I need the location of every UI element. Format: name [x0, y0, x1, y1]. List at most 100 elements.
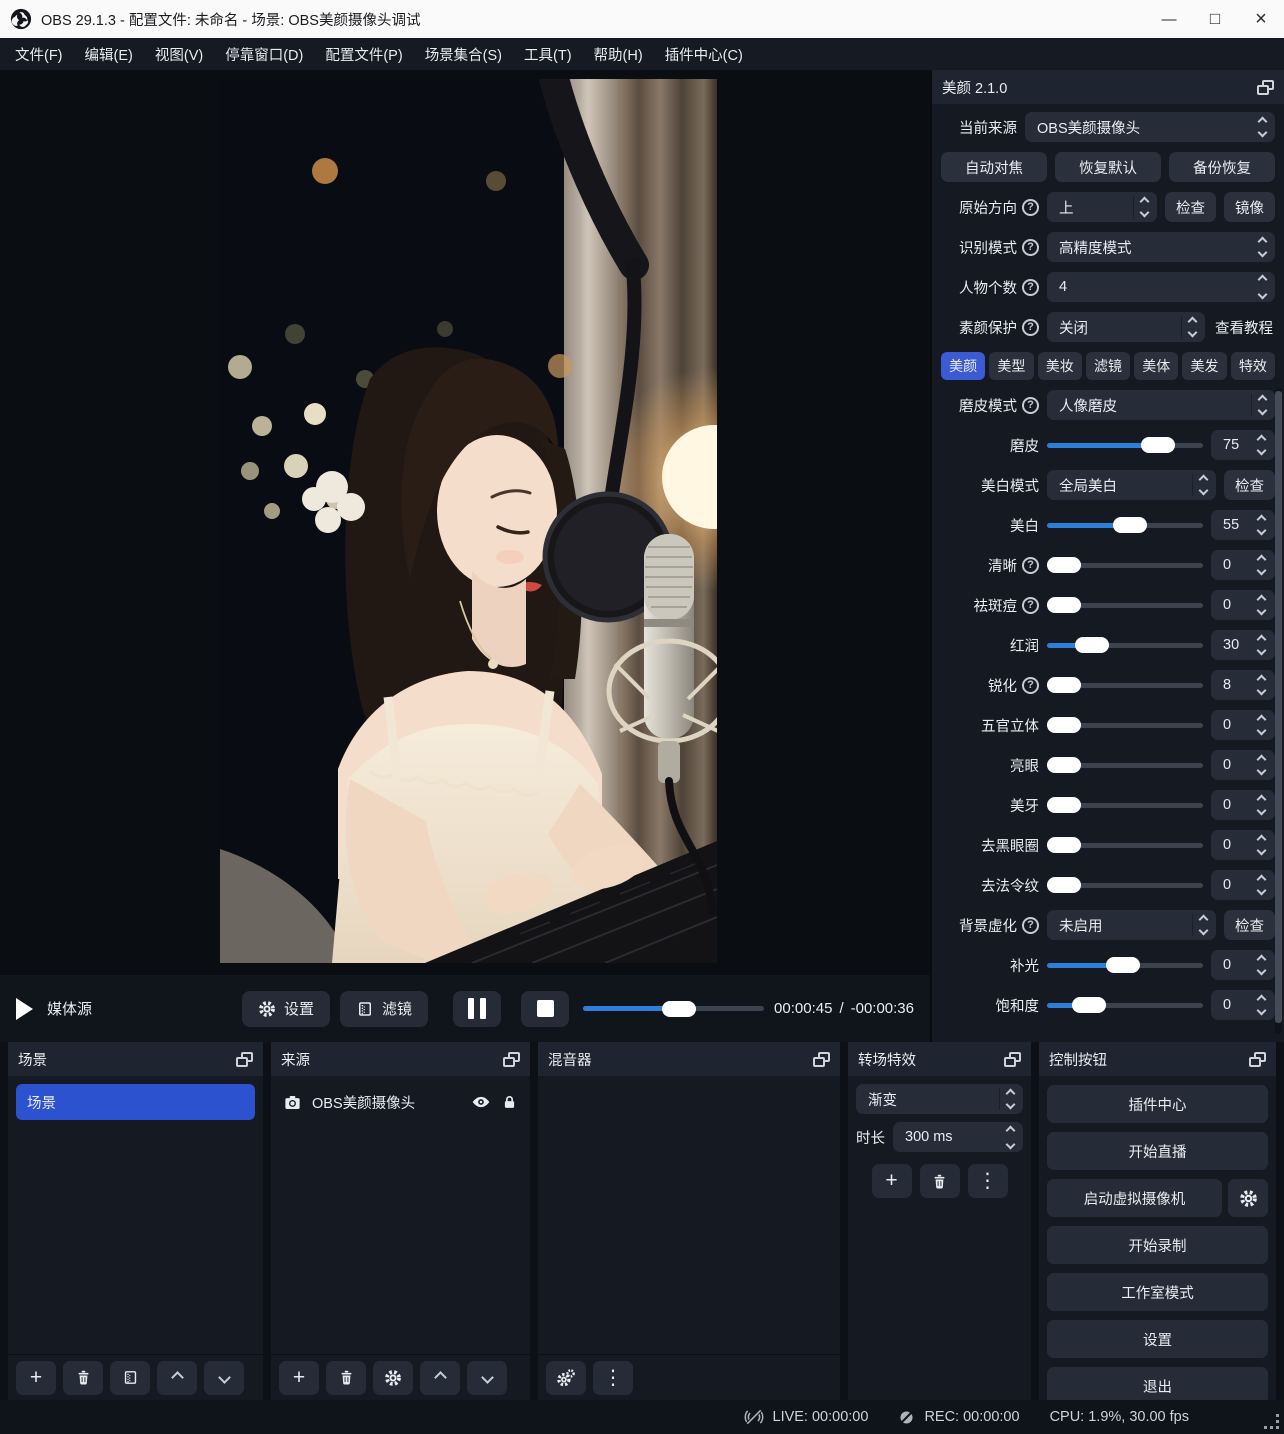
- virtual-camera-settings-button[interactable]: [1228, 1179, 1268, 1217]
- plugin-center-button[interactable]: 插件中心: [1047, 1085, 1268, 1123]
- slider-rosy[interactable]: [1047, 630, 1203, 660]
- tab-makeup[interactable]: 美妆: [1038, 352, 1082, 380]
- resize-grip[interactable]: [1265, 1415, 1279, 1429]
- add-scene-button[interactable]: +: [16, 1361, 56, 1395]
- help-icon[interactable]: [1022, 319, 1039, 336]
- whiten-mode-select[interactable]: 全局美白: [1047, 470, 1216, 500]
- help-icon[interactable]: [1022, 397, 1039, 414]
- scene-filters-button[interactable]: [110, 1361, 150, 1395]
- add-transition-button[interactable]: +: [872, 1164, 912, 1198]
- move-scene-up-button[interactable]: [157, 1361, 197, 1395]
- help-icon[interactable]: [1022, 597, 1039, 614]
- slider-fill-light-value[interactable]: 0: [1211, 950, 1275, 980]
- mirror-button[interactable]: 镜像: [1224, 192, 1275, 222]
- menu-item-scene-collection[interactable]: 场景集合(S): [414, 38, 513, 70]
- scrollbar-thumb[interactable]: [1275, 391, 1282, 1023]
- start-recording-button[interactable]: 开始录制: [1047, 1226, 1268, 1264]
- menu-item-help[interactable]: 帮助(H): [583, 38, 654, 70]
- duration-spinner[interactable]: 300 ms: [893, 1122, 1023, 1152]
- tab-reshape[interactable]: 美型: [989, 352, 1033, 380]
- person-count-spinner[interactable]: 4: [1047, 272, 1275, 302]
- transition-select[interactable]: 渐变: [856, 1084, 1023, 1114]
- popout-dock-icon[interactable]: [236, 1052, 253, 1067]
- slider-nasolabial[interactable]: [1047, 870, 1203, 900]
- menu-item-plugin-center[interactable]: 插件中心(C): [654, 38, 754, 70]
- slider-acne[interactable]: [1047, 590, 1203, 620]
- media-filters-button[interactable]: 滤镜: [340, 991, 428, 1027]
- slider-whiten[interactable]: [1047, 510, 1203, 540]
- menu-item-view[interactable]: 视图(V): [144, 38, 214, 70]
- media-progress-slider[interactable]: [583, 994, 764, 1024]
- start-streaming-button[interactable]: 开始直播: [1047, 1132, 1268, 1170]
- bg-blur-check-button[interactable]: 检查: [1224, 910, 1275, 940]
- menu-item-docks[interactable]: 停靠窗口(D): [214, 38, 314, 70]
- source-properties-button[interactable]: [373, 1361, 413, 1395]
- minimize-button[interactable]: —: [1146, 0, 1192, 38]
- beauty-scrollbar[interactable]: [1275, 388, 1282, 1034]
- smooth-mode-select[interactable]: 人像磨皮: [1047, 390, 1275, 420]
- advanced-audio-button[interactable]: [546, 1361, 586, 1395]
- settings-button[interactable]: 设置: [1047, 1320, 1268, 1358]
- slider-face3d[interactable]: [1047, 710, 1203, 740]
- slider-teeth-value[interactable]: 0: [1211, 790, 1275, 820]
- help-icon[interactable]: [1022, 239, 1039, 256]
- menu-item-profile[interactable]: 配置文件(P): [314, 38, 413, 70]
- whiten-check-button[interactable]: 检查: [1224, 470, 1275, 500]
- current-source-select[interactable]: OBS美颜摄像头: [1025, 112, 1275, 142]
- slider-fill-light[interactable]: [1047, 950, 1203, 980]
- media-stop-button[interactable]: [521, 991, 569, 1027]
- slider-bright-eye[interactable]: [1047, 750, 1203, 780]
- slider-saturation[interactable]: [1047, 990, 1203, 1020]
- backup-restore-button[interactable]: 备份恢复: [1169, 152, 1275, 182]
- slider-clarity-value[interactable]: 0: [1211, 550, 1275, 580]
- scene-list-item[interactable]: 场景: [16, 1084, 255, 1120]
- move-scene-down-button[interactable]: [204, 1361, 244, 1395]
- slider-face3d-value[interactable]: 0: [1211, 710, 1275, 740]
- menu-item-tools[interactable]: 工具(T): [513, 38, 583, 70]
- move-source-up-button[interactable]: [420, 1361, 460, 1395]
- help-icon[interactable]: [1022, 199, 1039, 216]
- tab-filter[interactable]: 滤镜: [1086, 352, 1130, 380]
- lock-icon[interactable]: [501, 1093, 518, 1112]
- menu-item-file[interactable]: 文件(F): [4, 38, 74, 70]
- help-icon[interactable]: [1022, 557, 1039, 574]
- move-source-down-button[interactable]: [467, 1361, 507, 1395]
- slider-smooth[interactable]: [1047, 430, 1203, 460]
- slider-acne-value[interactable]: 0: [1211, 590, 1275, 620]
- orientation-select[interactable]: 上: [1047, 192, 1157, 222]
- transition-menu-button[interactable]: ⋮: [968, 1164, 1008, 1198]
- eye-visibility-icon[interactable]: [471, 1092, 491, 1112]
- slider-clarity[interactable]: [1047, 550, 1203, 580]
- help-icon[interactable]: [1022, 279, 1039, 296]
- tab-body[interactable]: 美体: [1134, 352, 1178, 380]
- restore-default-button[interactable]: 恢复默认: [1055, 152, 1161, 182]
- source-list-item[interactable]: OBS美颜摄像头: [279, 1084, 522, 1120]
- slider-sharpen[interactable]: [1047, 670, 1203, 700]
- remove-transition-button[interactable]: [920, 1164, 960, 1198]
- studio-mode-button[interactable]: 工作室模式: [1047, 1273, 1268, 1311]
- autofocus-button[interactable]: 自动对焦: [941, 152, 1047, 182]
- orientation-check-button[interactable]: 检查: [1165, 192, 1216, 222]
- tab-beauty[interactable]: 美颜: [941, 352, 985, 380]
- help-icon[interactable]: [1022, 677, 1039, 694]
- popout-dock-icon[interactable]: [1249, 1052, 1266, 1067]
- remove-source-button[interactable]: [326, 1361, 366, 1395]
- slider-smooth-value[interactable]: 75: [1211, 430, 1275, 460]
- exit-button[interactable]: 退出: [1047, 1367, 1268, 1400]
- remove-scene-button[interactable]: [63, 1361, 103, 1395]
- popout-dock-icon[interactable]: [503, 1052, 520, 1067]
- help-icon[interactable]: [1022, 917, 1039, 934]
- add-source-button[interactable]: +: [279, 1361, 319, 1395]
- close-button[interactable]: ×: [1238, 0, 1284, 38]
- view-tutorial-link[interactable]: 查看教程: [1213, 317, 1275, 338]
- slider-saturation-value[interactable]: 0: [1211, 990, 1275, 1020]
- popout-dock-icon[interactable]: [1004, 1052, 1021, 1067]
- mixer-menu-button[interactable]: ⋮: [593, 1361, 633, 1395]
- tab-hair[interactable]: 美发: [1182, 352, 1226, 380]
- media-settings-button[interactable]: 设置: [242, 991, 330, 1027]
- slider-bright-eye-value[interactable]: 0: [1211, 750, 1275, 780]
- slider-nasolabial-value[interactable]: 0: [1211, 870, 1275, 900]
- bg-blur-select[interactable]: 未启用: [1047, 910, 1216, 940]
- makeup-protect-select[interactable]: 关闭: [1047, 312, 1205, 342]
- slider-dark-circle[interactable]: [1047, 830, 1203, 860]
